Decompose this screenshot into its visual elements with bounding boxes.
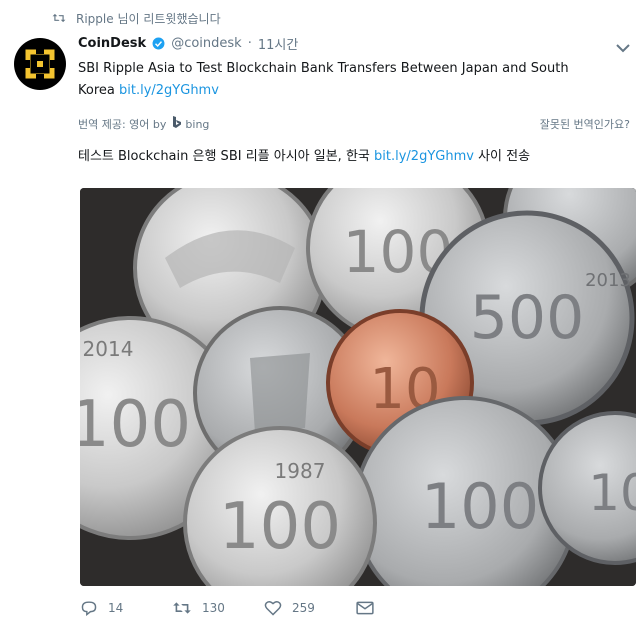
bing-logo[interactable]: bing — [172, 116, 209, 132]
separator-dot: · — [247, 36, 252, 51]
envelope-icon[interactable] — [356, 601, 374, 615]
reply-action[interactable]: 14 — [80, 600, 172, 616]
coin-year-0: 2014 — [83, 337, 134, 361]
bing-logo-icon — [172, 116, 182, 132]
tweet-actions: 14 130 259 — [80, 600, 448, 616]
tweet-body: SBI Ripple Asia to Test Blockchain Bank … — [78, 58, 598, 102]
retweet-button-icon[interactable] — [172, 600, 192, 616]
bing-label: bing — [185, 117, 210, 131]
account-handle[interactable]: @coindesk — [171, 36, 242, 51]
translation-text: 테스트 Blockchain 은행 SBI 리플 아시아 일본, 한국 — [78, 149, 370, 164]
reply-count: 14 — [108, 601, 124, 615]
translation-feedback-link[interactable]: 잘못된 번역인가요? — [540, 116, 630, 132]
retweet-count: 130 — [202, 601, 225, 615]
reply-icon[interactable] — [80, 600, 98, 616]
translation-credit: 번역 제공: 영어 by — [78, 118, 167, 131]
translated-text: 테스트 Blockchain 은행 SBI 리플 아시아 일본, 한국 bit.… — [78, 146, 630, 168]
coin-year-4: 1987 — [275, 459, 326, 483]
coin-year-2: 2013 — [585, 270, 631, 291]
chevron-down-icon[interactable] — [616, 38, 630, 57]
retweet-icon — [52, 12, 66, 24]
translation-suffix: 사이 전송 — [478, 149, 531, 164]
retweet-label[interactable]: Ripple 님이 리트윗했습니다 — [76, 10, 221, 27]
coin-label-0: 100 — [80, 388, 191, 462]
tweet-header: CoinDesk @coindesk · 11시간 — [78, 34, 298, 53]
tweet-card[interactable]: Ripple 님이 리트윗했습니다 CoinDesk @coindesk · 1… — [0, 0, 640, 640]
like-count: 259 — [292, 601, 315, 615]
tweet-timestamp[interactable]: 11시간 — [258, 34, 298, 53]
coindesk-logo — [24, 48, 56, 80]
tweet-link[interactable]: bit.ly/2gYGhmv — [119, 83, 219, 98]
translation-bar: 번역 제공: 영어 by bing 잘못된 번역인가요? — [78, 116, 630, 132]
verified-badge-icon — [152, 37, 165, 50]
coin-label-4: 100 — [219, 490, 341, 564]
like-action[interactable]: 259 — [264, 600, 356, 616]
retweet-action[interactable]: 130 — [172, 600, 264, 616]
heart-icon[interactable] — [264, 600, 282, 616]
coin-label-5: 100 — [421, 470, 539, 543]
translation-link[interactable]: bit.ly/2gYGhmv — [374, 149, 474, 164]
account-name[interactable]: CoinDesk — [78, 36, 146, 51]
avatar[interactable] — [14, 38, 66, 90]
coins-photo: 100 2014 100 2013 500 10 100 10 1987 100 — [80, 188, 636, 586]
coin-label-6: 10 — [588, 464, 636, 522]
coin-label-2: 500 — [470, 283, 585, 353]
message-action[interactable] — [356, 601, 448, 615]
tweet-image[interactable]: 100 2014 100 2013 500 10 100 10 1987 100 — [80, 188, 636, 586]
retweet-context: Ripple 님이 리트윗했습니다 — [52, 8, 221, 28]
